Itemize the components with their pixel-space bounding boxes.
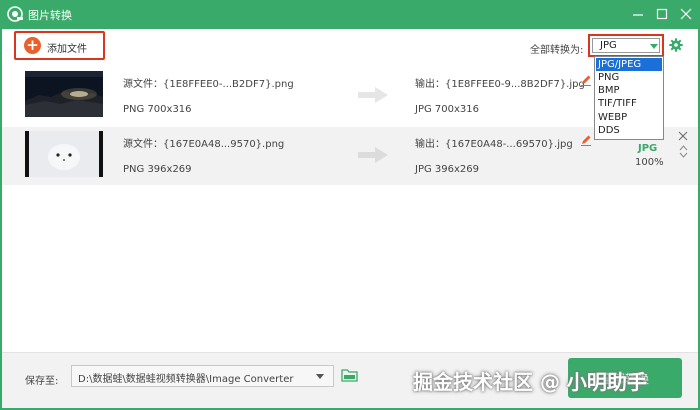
output-file-info: JPG 700x316 xyxy=(415,104,479,115)
save-path-field[interactable]: D:\数据蛙\数据蛙视频转换器\Image Converter xyxy=(71,365,334,387)
source-file-name: 源文件：{167E0A48...9570}.png xyxy=(123,139,285,150)
window-title: 图片转换 xyxy=(28,9,72,22)
format-option-dds[interactable]: DDS xyxy=(596,124,662,137)
arrow-right-icon xyxy=(358,147,388,163)
status-format: JPG xyxy=(638,143,658,154)
minimize-icon[interactable] xyxy=(631,7,645,21)
output-file-name: 输出：{1E8FFEE0-9...8B2DF7}.jpg xyxy=(415,79,585,90)
title-bar: 图片转换 xyxy=(0,0,700,29)
format-option-jpg-jpeg[interactable]: JPG/JPEG xyxy=(596,58,662,71)
status-progress: 100% xyxy=(635,157,664,168)
format-option-tif-tiff[interactable]: TIF/TIFF xyxy=(596,97,662,110)
folder-icon[interactable] xyxy=(341,368,358,382)
chevron-down-icon xyxy=(650,44,658,49)
output-file-info: JPG 396x269 xyxy=(415,164,479,175)
file-thumbnail xyxy=(25,131,103,177)
watermark: 掘金技术社区 @ 小明助手 xyxy=(413,370,647,394)
format-select[interactable]: JPG xyxy=(588,34,664,57)
remove-icon[interactable] xyxy=(678,131,688,141)
source-file-info: PNG 700x316 xyxy=(123,104,192,115)
output-file-name: 输出：{167E0A48-...69570}.jpg xyxy=(415,139,573,150)
format-select-box: JPG xyxy=(592,38,660,53)
format-option-png[interactable]: PNG xyxy=(596,71,662,84)
convert-all-label: 全部转换为: xyxy=(530,45,584,56)
format-dropdown-list: JPG/JPEG PNG BMP TIF/TIFF WEBP DDS xyxy=(594,56,664,140)
edit-pencil-icon[interactable] xyxy=(580,74,592,86)
save-to-label: 保存至: xyxy=(25,376,59,387)
edit-pencil-icon[interactable] xyxy=(580,134,592,146)
arrow-right-icon xyxy=(358,87,388,103)
save-path-value: D:\数据蛙\数据蛙视频转换器\Image Converter xyxy=(78,374,294,385)
format-select-value: JPG xyxy=(600,40,617,51)
close-icon[interactable] xyxy=(679,7,693,21)
add-file-button[interactable]: + 添加文件 xyxy=(14,31,105,60)
chevron-down-icon[interactable] xyxy=(316,374,324,379)
gear-icon[interactable] xyxy=(669,38,683,52)
file-thumbnail xyxy=(25,71,103,117)
app-logo-icon xyxy=(7,6,23,22)
source-file-info: PNG 396x269 xyxy=(123,164,192,175)
format-option-bmp[interactable]: BMP xyxy=(596,84,662,97)
plus-icon: + xyxy=(24,37,41,54)
chevron-down-icon[interactable] xyxy=(679,152,688,159)
chevron-up-icon[interactable] xyxy=(679,144,688,151)
source-file-name: 源文件：{1E8FFEE0-...B2DF7}.png xyxy=(123,79,294,90)
add-file-label: 添加文件 xyxy=(47,44,87,55)
format-option-webp[interactable]: WEBP xyxy=(596,111,662,124)
maximize-icon[interactable] xyxy=(655,7,669,21)
